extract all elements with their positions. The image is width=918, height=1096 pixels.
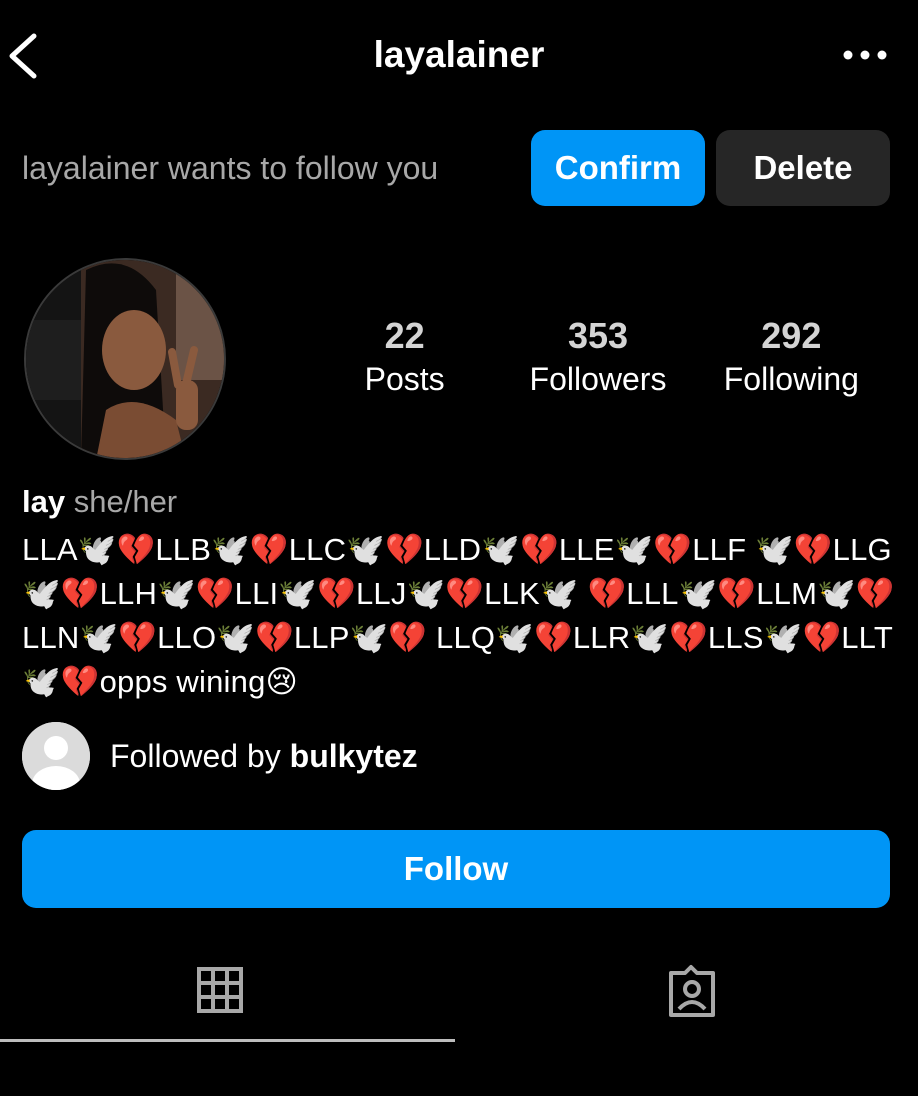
profile-stats: 22 Posts 353 Followers 292 Following xyxy=(308,314,888,414)
tagged-person-icon xyxy=(669,965,715,1017)
profile-username-title: layalainer xyxy=(373,34,545,75)
profile-photo xyxy=(26,260,224,458)
posts-count: 22 xyxy=(384,315,425,356)
followed-by-text: Followed by bulkytez xyxy=(110,738,418,775)
default-avatar-icon xyxy=(22,722,90,790)
tab-tagged[interactable] xyxy=(459,955,918,1041)
mutual-follower-name: bulkytez xyxy=(289,738,418,774)
following-count: 292 xyxy=(761,315,822,356)
delete-button[interactable]: Delete xyxy=(716,130,890,206)
profile-avatar[interactable] xyxy=(24,258,226,460)
more-options-button[interactable] xyxy=(842,40,888,70)
follow-request-bar: layalainer wants to follow you Confirm D… xyxy=(0,128,918,210)
bio-text: LLA🕊️💔LLB🕊️💔LLC🕊️💔LLD🕊️💔LLE🕊️💔LLF 🕊️💔LLG… xyxy=(22,532,895,699)
stat-posts[interactable]: 22 Posts xyxy=(308,314,501,414)
more-horizontal-icon xyxy=(843,50,887,60)
followers-count: 353 xyxy=(567,315,629,356)
follow-request-text: layalainer wants to follow you xyxy=(22,150,439,186)
grid-icon xyxy=(197,967,243,1013)
stat-following[interactable]: 292 Following xyxy=(695,314,888,414)
mutual-follower-avatar xyxy=(22,722,90,790)
follow-button[interactable]: Follow xyxy=(22,830,890,908)
bio-header: lay she/her xyxy=(22,484,177,520)
display-name: lay xyxy=(22,484,66,519)
posts-label: Posts xyxy=(364,361,445,397)
tab-posts-grid[interactable] xyxy=(0,955,459,1041)
pronouns: she/her xyxy=(73,484,178,519)
following-label: Following xyxy=(723,361,859,397)
active-tab-indicator xyxy=(0,1039,455,1042)
top-navigation-bar: layalainer xyxy=(0,0,918,110)
followers-label: Followers xyxy=(529,361,667,397)
followed-by-prefix: Followed by xyxy=(110,738,281,774)
stat-followers[interactable]: 353 Followers xyxy=(501,314,694,414)
confirm-button[interactable]: Confirm xyxy=(531,130,705,206)
mutual-followers[interactable]: Followed by bulkytez xyxy=(22,722,622,792)
